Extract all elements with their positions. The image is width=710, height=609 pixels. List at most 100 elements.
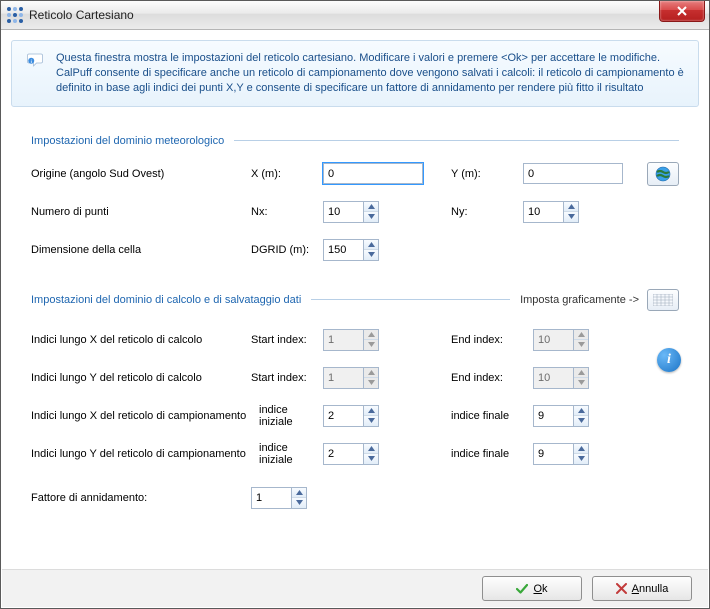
nx-input[interactable] — [323, 201, 363, 223]
ok-button-label: Ok — [533, 583, 547, 595]
spin-up-icon — [364, 368, 378, 379]
app-icon — [7, 7, 23, 23]
spin-up-icon[interactable] — [364, 406, 378, 417]
origin-y-label: Y (m): — [431, 168, 523, 180]
section1-title: Impostazioni del dominio meteorologico — [31, 135, 224, 147]
row-samp-x: Indici lungo X del reticolo di campionam… — [31, 403, 679, 429]
calc-y-end-input — [533, 367, 573, 389]
section2-title: Impostazioni del dominio di calcolo e di… — [31, 294, 301, 306]
info-banner: i Questa finestra mostra le impostazioni… — [11, 40, 699, 107]
graphical-grid-button[interactable] — [647, 289, 679, 311]
spin-up-icon[interactable] — [564, 202, 578, 213]
npoints-label: Numero di punti — [31, 206, 251, 218]
spin-down-icon[interactable] — [364, 416, 378, 426]
spin-up-icon — [574, 330, 588, 341]
samp-x-start-input[interactable] — [323, 405, 363, 427]
window-title: Reticolo Cartesiano — [29, 8, 134, 22]
row-origin: Origine (angolo Sud Ovest) X (m): Y (m): — [31, 161, 679, 187]
spin-down-icon — [574, 378, 588, 388]
row-npoints: Numero di punti Nx: Ny: — [31, 199, 679, 225]
calc-y-start-input — [323, 367, 363, 389]
spin-down-icon — [574, 340, 588, 350]
spin-down-icon — [364, 340, 378, 350]
section2-divider — [311, 299, 510, 300]
spin-up-icon[interactable] — [574, 444, 588, 455]
row-calc-x: Indici lungo X del reticolo di calcolo S… — [31, 327, 679, 353]
spin-down-icon[interactable] — [292, 498, 306, 508]
samp-x-start-label: indice iniziale — [259, 404, 323, 428]
spin-down-icon[interactable] — [574, 454, 588, 464]
row-cell: Dimensione della cella DGRID (m): — [31, 237, 679, 263]
spin-down-icon[interactable] — [364, 250, 378, 260]
spin-down-icon — [364, 378, 378, 388]
grid-icon — [653, 294, 673, 306]
origin-x-input[interactable] — [323, 163, 423, 184]
dialog-window: Reticolo Cartesiano i Questa finestra mo… — [0, 0, 710, 609]
samp-y-end-label: indice finale — [431, 448, 533, 460]
spin-up-icon[interactable] — [364, 202, 378, 213]
cancel-button[interactable]: Annulla — [592, 576, 692, 601]
globe-button[interactable] — [647, 162, 679, 186]
samp-x-end-label: indice finale — [431, 410, 533, 422]
calc-y-start-spinner — [323, 367, 379, 389]
cell-label: Dimensione della cella — [31, 244, 251, 256]
svg-text:i: i — [31, 59, 32, 64]
spin-down-icon[interactable] — [364, 212, 378, 222]
nest-input[interactable] — [251, 487, 291, 509]
info-banner-text: Questa finestra mostra le impostazioni d… — [56, 51, 684, 96]
calc-x-start-spinner — [323, 329, 379, 351]
calc-y-label: Indici lungo Y del reticolo di calcolo — [31, 372, 251, 384]
samp-y-end-spinner[interactable] — [533, 443, 589, 465]
section1-divider — [234, 140, 679, 141]
spin-up-icon — [574, 368, 588, 379]
cancel-icon — [616, 583, 627, 594]
samp-y-start-label: indice iniziale — [259, 442, 323, 466]
spin-up-icon[interactable] — [364, 444, 378, 455]
row-nest: Fattore di annidamento: — [31, 485, 679, 511]
calc-x-start-input — [323, 329, 363, 351]
calc-y-end-label: End index: — [431, 372, 533, 384]
samp-x-end-spinner[interactable] — [533, 405, 589, 427]
spin-down-icon[interactable] — [574, 416, 588, 426]
globe-icon — [655, 166, 671, 182]
dgrid-spinner[interactable] — [323, 239, 379, 261]
row-calc-y: Indici lungo Y del reticolo di calcolo S… — [31, 365, 679, 391]
close-icon — [677, 6, 687, 16]
calc-y-start-label: Start index: — [251, 372, 323, 384]
ny-input[interactable] — [523, 201, 563, 223]
nx-spinner[interactable] — [323, 201, 379, 223]
graphical-label: Imposta graficamente -> — [520, 294, 639, 306]
samp-y-end-input[interactable] — [533, 443, 573, 465]
dgrid-input[interactable] — [323, 239, 363, 261]
spin-up-icon[interactable] — [292, 488, 306, 499]
ny-spinner[interactable] — [523, 201, 579, 223]
spin-down-icon[interactable] — [564, 212, 578, 222]
spin-up-icon — [364, 330, 378, 341]
nx-label: Nx: — [251, 206, 323, 218]
section1-header: Impostazioni del dominio meteorologico — [31, 135, 679, 147]
info-badge-icon[interactable]: i — [657, 348, 681, 372]
origin-label: Origine (angolo Sud Ovest) — [31, 168, 251, 180]
ok-button[interactable]: Ok — [482, 576, 582, 601]
origin-y-input[interactable] — [523, 163, 623, 184]
calc-x-end-input — [533, 329, 573, 351]
dialog-footer: Ok Annulla — [2, 569, 708, 607]
spin-up-icon[interactable] — [574, 406, 588, 417]
spin-up-icon[interactable] — [364, 240, 378, 251]
samp-x-end-input[interactable] — [533, 405, 573, 427]
dialog-body: Impostazioni del dominio meteorologico O… — [1, 107, 709, 511]
titlebar: Reticolo Cartesiano — [1, 1, 709, 30]
check-icon — [516, 583, 528, 595]
samp-y-start-spinner[interactable] — [323, 443, 379, 465]
cancel-button-label: Annulla — [632, 583, 669, 595]
calc-x-end-spinner — [533, 329, 589, 351]
samp-y-start-input[interactable] — [323, 443, 363, 465]
samp-x-start-spinner[interactable] — [323, 405, 379, 427]
ny-label: Ny: — [431, 206, 523, 218]
samp-x-label: Indici lungo X del reticolo di campionam… — [31, 410, 259, 422]
spin-down-icon[interactable] — [364, 454, 378, 464]
section2-header: Impostazioni del dominio di calcolo e di… — [31, 289, 679, 311]
close-button[interactable] — [659, 1, 705, 22]
info-bubble-icon: i — [26, 51, 44, 96]
nest-spinner[interactable] — [251, 487, 307, 509]
